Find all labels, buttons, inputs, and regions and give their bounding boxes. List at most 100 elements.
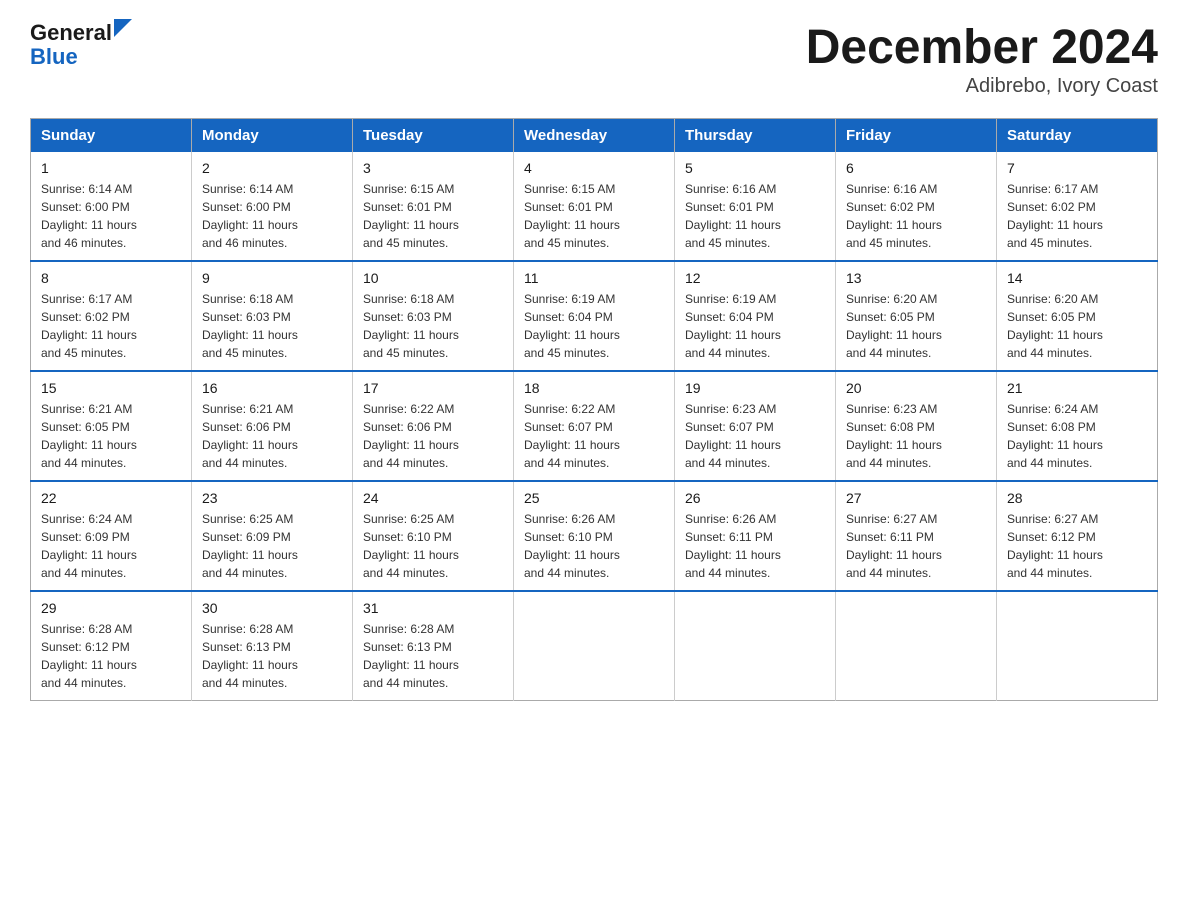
calendar-cell: 7 Sunrise: 6:17 AM Sunset: 6:02 PM Dayli… bbox=[997, 152, 1158, 261]
day-info: Sunrise: 6:15 AM Sunset: 6:01 PM Dayligh… bbox=[363, 180, 503, 252]
weekday-header-friday: Friday bbox=[836, 119, 997, 153]
day-number: 10 bbox=[363, 270, 503, 286]
day-number: 24 bbox=[363, 490, 503, 506]
calendar-cell: 12 Sunrise: 6:19 AM Sunset: 6:04 PM Dayl… bbox=[675, 261, 836, 371]
calendar-cell: 20 Sunrise: 6:23 AM Sunset: 6:08 PM Dayl… bbox=[836, 371, 997, 481]
day-number: 17 bbox=[363, 380, 503, 396]
day-number: 12 bbox=[685, 270, 825, 286]
calendar-cell: 27 Sunrise: 6:27 AM Sunset: 6:11 PM Dayl… bbox=[836, 481, 997, 591]
day-number: 4 bbox=[524, 160, 664, 176]
calendar-week-2: 8 Sunrise: 6:17 AM Sunset: 6:02 PM Dayli… bbox=[31, 261, 1158, 371]
calendar-cell bbox=[514, 591, 675, 701]
calendar-cell bbox=[836, 591, 997, 701]
day-number: 23 bbox=[202, 490, 342, 506]
day-number: 8 bbox=[41, 270, 181, 286]
day-info: Sunrise: 6:19 AM Sunset: 6:04 PM Dayligh… bbox=[524, 290, 664, 362]
calendar-week-4: 22 Sunrise: 6:24 AM Sunset: 6:09 PM Dayl… bbox=[31, 481, 1158, 591]
weekday-header-sunday: Sunday bbox=[31, 119, 192, 153]
day-info: Sunrise: 6:26 AM Sunset: 6:11 PM Dayligh… bbox=[685, 510, 825, 582]
calendar-cell: 22 Sunrise: 6:24 AM Sunset: 6:09 PM Dayl… bbox=[31, 481, 192, 591]
day-info: Sunrise: 6:15 AM Sunset: 6:01 PM Dayligh… bbox=[524, 180, 664, 252]
day-info: Sunrise: 6:16 AM Sunset: 6:02 PM Dayligh… bbox=[846, 180, 986, 252]
calendar-cell: 23 Sunrise: 6:25 AM Sunset: 6:09 PM Dayl… bbox=[192, 481, 353, 591]
calendar-cell: 15 Sunrise: 6:21 AM Sunset: 6:05 PM Dayl… bbox=[31, 371, 192, 481]
day-number: 16 bbox=[202, 380, 342, 396]
day-number: 18 bbox=[524, 380, 664, 396]
day-info: Sunrise: 6:23 AM Sunset: 6:08 PM Dayligh… bbox=[846, 400, 986, 472]
logo-general-text: General bbox=[30, 20, 112, 46]
calendar-cell: 24 Sunrise: 6:25 AM Sunset: 6:10 PM Dayl… bbox=[353, 481, 514, 591]
day-number: 29 bbox=[41, 600, 181, 616]
day-info: Sunrise: 6:20 AM Sunset: 6:05 PM Dayligh… bbox=[1007, 290, 1147, 362]
calendar-cell bbox=[675, 591, 836, 701]
day-number: 22 bbox=[41, 490, 181, 506]
calendar-cell: 13 Sunrise: 6:20 AM Sunset: 6:05 PM Dayl… bbox=[836, 261, 997, 371]
day-info: Sunrise: 6:22 AM Sunset: 6:07 PM Dayligh… bbox=[524, 400, 664, 472]
calendar-cell: 30 Sunrise: 6:28 AM Sunset: 6:13 PM Dayl… bbox=[192, 591, 353, 701]
logo-blue-text: Blue bbox=[30, 46, 78, 68]
day-info: Sunrise: 6:14 AM Sunset: 6:00 PM Dayligh… bbox=[41, 180, 181, 252]
day-info: Sunrise: 6:18 AM Sunset: 6:03 PM Dayligh… bbox=[363, 290, 503, 362]
day-info: Sunrise: 6:16 AM Sunset: 6:01 PM Dayligh… bbox=[685, 180, 825, 252]
calendar-header-row: SundayMondayTuesdayWednesdayThursdayFrid… bbox=[31, 119, 1158, 153]
day-number: 11 bbox=[524, 270, 664, 286]
calendar-week-1: 1 Sunrise: 6:14 AM Sunset: 6:00 PM Dayli… bbox=[31, 152, 1158, 261]
page-header: General Blue December 2024 Adibrebo, Ivo… bbox=[30, 20, 1158, 98]
calendar-cell: 29 Sunrise: 6:28 AM Sunset: 6:12 PM Dayl… bbox=[31, 591, 192, 701]
day-info: Sunrise: 6:17 AM Sunset: 6:02 PM Dayligh… bbox=[1007, 180, 1147, 252]
calendar-cell: 6 Sunrise: 6:16 AM Sunset: 6:02 PM Dayli… bbox=[836, 152, 997, 261]
day-info: Sunrise: 6:18 AM Sunset: 6:03 PM Dayligh… bbox=[202, 290, 342, 362]
day-number: 5 bbox=[685, 160, 825, 176]
calendar-cell: 1 Sunrise: 6:14 AM Sunset: 6:00 PM Dayli… bbox=[31, 152, 192, 261]
day-info: Sunrise: 6:28 AM Sunset: 6:13 PM Dayligh… bbox=[202, 620, 342, 692]
calendar-week-3: 15 Sunrise: 6:21 AM Sunset: 6:05 PM Dayl… bbox=[31, 371, 1158, 481]
calendar-cell: 8 Sunrise: 6:17 AM Sunset: 6:02 PM Dayli… bbox=[31, 261, 192, 371]
calendar-cell: 5 Sunrise: 6:16 AM Sunset: 6:01 PM Dayli… bbox=[675, 152, 836, 261]
day-info: Sunrise: 6:24 AM Sunset: 6:08 PM Dayligh… bbox=[1007, 400, 1147, 472]
day-info: Sunrise: 6:17 AM Sunset: 6:02 PM Dayligh… bbox=[41, 290, 181, 362]
day-info: Sunrise: 6:19 AM Sunset: 6:04 PM Dayligh… bbox=[685, 290, 825, 362]
calendar-week-5: 29 Sunrise: 6:28 AM Sunset: 6:12 PM Dayl… bbox=[31, 591, 1158, 701]
weekday-header-saturday: Saturday bbox=[997, 119, 1158, 153]
weekday-header-wednesday: Wednesday bbox=[514, 119, 675, 153]
day-info: Sunrise: 6:26 AM Sunset: 6:10 PM Dayligh… bbox=[524, 510, 664, 582]
day-number: 15 bbox=[41, 380, 181, 396]
day-number: 7 bbox=[1007, 160, 1147, 176]
calendar-cell: 19 Sunrise: 6:23 AM Sunset: 6:07 PM Dayl… bbox=[675, 371, 836, 481]
day-info: Sunrise: 6:14 AM Sunset: 6:00 PM Dayligh… bbox=[202, 180, 342, 252]
calendar-cell: 28 Sunrise: 6:27 AM Sunset: 6:12 PM Dayl… bbox=[997, 481, 1158, 591]
logo-arrow-icon bbox=[114, 19, 132, 37]
day-number: 1 bbox=[41, 160, 181, 176]
day-number: 21 bbox=[1007, 380, 1147, 396]
calendar-cell: 9 Sunrise: 6:18 AM Sunset: 6:03 PM Dayli… bbox=[192, 261, 353, 371]
weekday-header-tuesday: Tuesday bbox=[353, 119, 514, 153]
calendar-cell: 14 Sunrise: 6:20 AM Sunset: 6:05 PM Dayl… bbox=[997, 261, 1158, 371]
day-info: Sunrise: 6:22 AM Sunset: 6:06 PM Dayligh… bbox=[363, 400, 503, 472]
logo: General Blue bbox=[30, 20, 132, 68]
day-number: 30 bbox=[202, 600, 342, 616]
calendar-cell: 3 Sunrise: 6:15 AM Sunset: 6:01 PM Dayli… bbox=[353, 152, 514, 261]
day-info: Sunrise: 6:25 AM Sunset: 6:09 PM Dayligh… bbox=[202, 510, 342, 582]
day-number: 25 bbox=[524, 490, 664, 506]
weekday-header-monday: Monday bbox=[192, 119, 353, 153]
day-number: 2 bbox=[202, 160, 342, 176]
day-number: 6 bbox=[846, 160, 986, 176]
calendar-cell bbox=[997, 591, 1158, 701]
day-number: 14 bbox=[1007, 270, 1147, 286]
calendar-cell: 31 Sunrise: 6:28 AM Sunset: 6:13 PM Dayl… bbox=[353, 591, 514, 701]
day-number: 31 bbox=[363, 600, 503, 616]
calendar-cell: 17 Sunrise: 6:22 AM Sunset: 6:06 PM Dayl… bbox=[353, 371, 514, 481]
day-number: 28 bbox=[1007, 490, 1147, 506]
calendar-cell: 4 Sunrise: 6:15 AM Sunset: 6:01 PM Dayli… bbox=[514, 152, 675, 261]
calendar-cell: 18 Sunrise: 6:22 AM Sunset: 6:07 PM Dayl… bbox=[514, 371, 675, 481]
calendar-cell: 10 Sunrise: 6:18 AM Sunset: 6:03 PM Dayl… bbox=[353, 261, 514, 371]
calendar-cell: 16 Sunrise: 6:21 AM Sunset: 6:06 PM Dayl… bbox=[192, 371, 353, 481]
day-info: Sunrise: 6:27 AM Sunset: 6:12 PM Dayligh… bbox=[1007, 510, 1147, 582]
day-info: Sunrise: 6:20 AM Sunset: 6:05 PM Dayligh… bbox=[846, 290, 986, 362]
day-number: 9 bbox=[202, 270, 342, 286]
day-info: Sunrise: 6:28 AM Sunset: 6:13 PM Dayligh… bbox=[363, 620, 503, 692]
calendar-table: SundayMondayTuesdayWednesdayThursdayFrid… bbox=[30, 118, 1158, 701]
day-number: 26 bbox=[685, 490, 825, 506]
day-number: 20 bbox=[846, 380, 986, 396]
day-info: Sunrise: 6:21 AM Sunset: 6:05 PM Dayligh… bbox=[41, 400, 181, 472]
